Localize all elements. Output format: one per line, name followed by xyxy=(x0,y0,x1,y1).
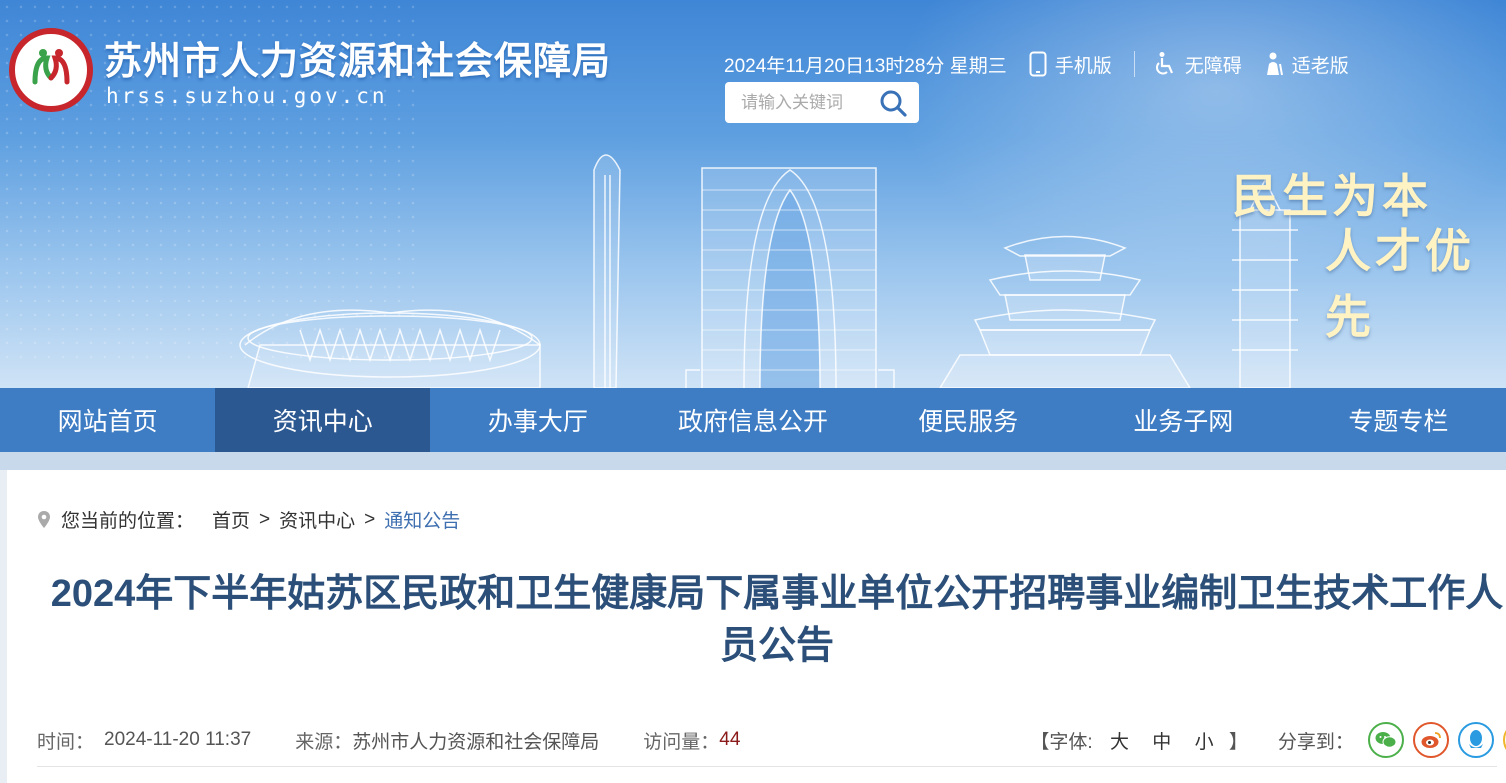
nav-under-strip xyxy=(0,452,1506,470)
nav-item-gov-info[interactable]: 政府信息公开 xyxy=(645,388,860,452)
share-weibo-button[interactable] xyxy=(1412,722,1449,758)
topbar-divider xyxy=(1133,51,1135,77)
bureau-emblem-icon xyxy=(23,42,79,98)
elder-version-label: 适老版 xyxy=(1291,55,1349,77)
qq-icon xyxy=(1468,730,1483,748)
nav-item-special-topics[interactable]: 专题专栏 xyxy=(1291,388,1506,452)
search-box xyxy=(725,82,919,123)
share-wechat-button[interactable] xyxy=(1367,722,1404,758)
views-count: 44 xyxy=(719,729,741,750)
elder-person-icon xyxy=(1266,52,1283,76)
breadcrumb: 您当前的位置： 首页 > 资讯中心 > 通知公告 xyxy=(37,506,460,533)
search-icon xyxy=(880,90,907,117)
search-input[interactable] xyxy=(741,92,871,113)
nav-item-service-hall[interactable]: 办事大厅 xyxy=(430,388,645,452)
font-size-small-button[interactable]: 小 xyxy=(1195,732,1214,753)
font-size-close-bracket: 】 xyxy=(1228,731,1248,753)
nav-item-news-center[interactable]: 资讯中心 xyxy=(215,388,431,452)
font-size-large-button[interactable]: 大 xyxy=(1110,732,1129,753)
header-banner: 苏州市人力资源和社会保障局 hrss.suzhou.gov.cn 2024年11… xyxy=(0,0,1506,388)
breadcrumb-prefix: 您当前的位置： xyxy=(61,511,195,532)
top-utility-bar: 2024年11月20日13时28分 星期三 手机版 无障碍 适老版 xyxy=(724,50,1349,78)
font-size-label: 【字体: xyxy=(1030,731,1093,753)
views-label: 访问量： xyxy=(643,731,720,753)
font-size-control: 【字体: 大 中 小 】 xyxy=(1030,727,1247,754)
nav-item-business-subnet[interactable]: 业务子网 xyxy=(1076,388,1291,452)
search-button[interactable] xyxy=(879,89,907,122)
weibo-icon xyxy=(1421,732,1441,748)
site-title[interactable]: 苏州市人力资源和社会保障局 xyxy=(104,30,611,85)
datetime-text: 2024年11月20日13时28分 星期三 xyxy=(724,55,1007,77)
wheelchair-icon xyxy=(1155,52,1173,75)
nav-item-home[interactable]: 网站首页 xyxy=(0,388,215,452)
time-label: 时间： xyxy=(37,731,95,753)
bureau-logo[interactable] xyxy=(9,28,93,112)
article-container: 您当前的位置： 首页 > 资讯中心 > 通知公告 2024年下半年姑苏区民政和卫… xyxy=(7,470,1506,783)
meta-divider xyxy=(37,766,1497,767)
wechat-icon xyxy=(1375,732,1397,748)
article-title: 2024年下半年姑苏区民政和卫生健康局下属事业单位公开招聘事业编制卫生技术工作人… xyxy=(50,573,1504,667)
breadcrumb-notices[interactable]: 通知公告 xyxy=(384,506,460,533)
elder-version-link[interactable]: 适老版 xyxy=(1262,51,1349,78)
share-buttons xyxy=(1367,722,1506,758)
share-qq-button[interactable] xyxy=(1457,722,1494,758)
source-label: 来源： xyxy=(295,731,353,753)
location-pin-icon xyxy=(38,511,50,528)
time-value: 2024-11-20 11:37 xyxy=(104,729,252,750)
slogan-line2: 人才优先 xyxy=(1325,226,1475,343)
phone-icon xyxy=(1029,51,1047,77)
mobile-version-link[interactable]: 手机版 xyxy=(1029,51,1112,78)
breadcrumb-news-center[interactable]: 资讯中心 xyxy=(279,506,355,533)
accessibility-label: 无障碍 xyxy=(1184,55,1242,77)
main-nav: 网站首页 资讯中心 办事大厅 政府信息公开 便民服务 业务子网 专题专栏 xyxy=(0,388,1506,452)
site-domain: hrss.suzhou.gov.cn xyxy=(106,84,388,108)
article-meta: 时间： 2024-11-20 11:37 来源： 苏州市人力资源和社会保障局 访… xyxy=(37,722,1506,758)
mobile-version-label: 手机版 xyxy=(1054,55,1112,77)
font-size-medium-button[interactable]: 中 xyxy=(1152,732,1171,753)
accessibility-link[interactable]: 无障碍 xyxy=(1153,51,1242,78)
breadcrumb-separator: > xyxy=(364,508,376,530)
nav-item-public-service[interactable]: 便民服务 xyxy=(861,388,1076,452)
breadcrumb-separator: > xyxy=(259,508,271,530)
source-value: 苏州市人力资源和社会保障局 xyxy=(352,731,600,753)
breadcrumb-home[interactable]: 首页 xyxy=(212,506,250,533)
share-label: 分享到： xyxy=(1277,731,1354,753)
